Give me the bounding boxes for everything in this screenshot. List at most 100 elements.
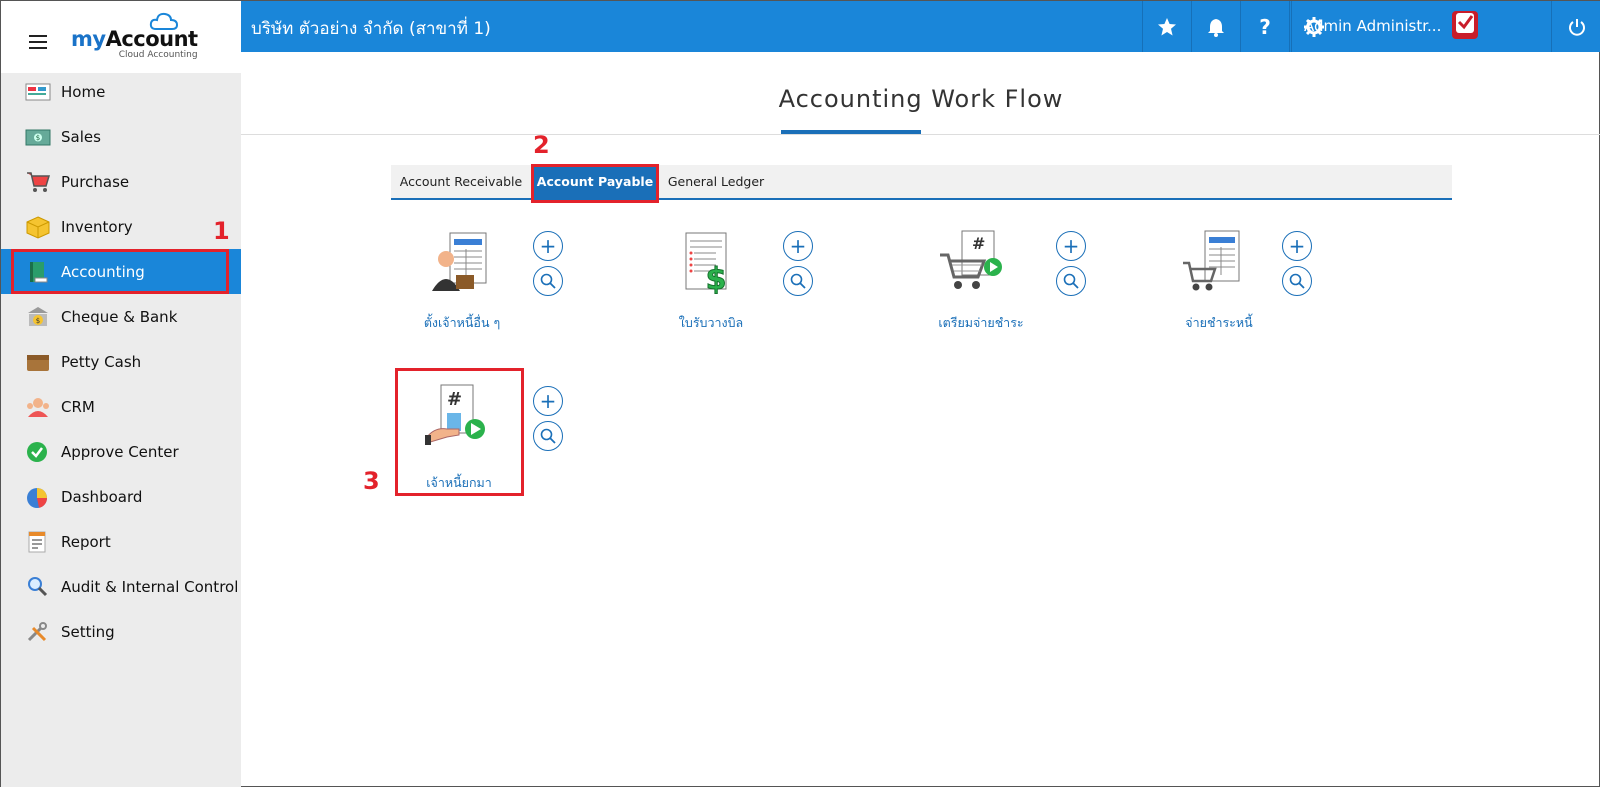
user-name: Admin Administr... [1304,17,1442,35]
sidebar-item-cheque-bank[interactable]: $ Cheque & Bank [1,294,241,339]
hamburger-menu-icon[interactable] [29,35,47,49]
creditor-forward-icon: # [425,384,485,445]
sidebar-item-label: Inventory [61,217,133,236]
sidebar-item-accounting[interactable]: Accounting [1,249,241,294]
check-circle-icon [27,441,47,462]
cart-icon [27,171,51,192]
search-debt-payment-button[interactable] [1282,266,1312,296]
sidebar-item-label: Audit & Internal Control [61,577,239,596]
svg-text:#: # [972,234,985,253]
workflow-label: ตั้งเจ้าหนี้อื่น ๆ [423,315,501,330]
home-icon [25,83,51,100]
sidebar-item-setting[interactable]: Setting [1,609,241,654]
wallet-icon [27,354,49,371]
people-icon [27,397,49,417]
plus-icon: + [789,234,807,258]
add-prepare-payment-button[interactable]: + [1056,231,1086,261]
logout-button[interactable] [1551,1,1600,52]
sidebar-item-home[interactable]: Home [1,69,241,114]
notification-button[interactable] [1191,1,1240,52]
add-debt-payment-button[interactable]: + [1282,231,1312,261]
workflow-label: ใบรับวางบิล [678,315,744,330]
sidebar-item-label: Approve Center [61,442,179,461]
svg-text:$: $ [36,134,40,142]
bank-icon: $ [28,306,48,326]
sidebar-item-label: Home [61,82,106,101]
bell-icon [1208,18,1224,37]
step-number-1: 1 [213,217,230,245]
sidebar-item-approve-center[interactable]: Approve Center [1,429,241,474]
cart-document-icon [1183,230,1240,291]
tab-account-payable[interactable]: Account Payable [533,165,657,198]
workflow-item-prepare-payment[interactable]: # เตรียมจ่ายชำระ [926,229,1036,339]
sidebar-item-label: Setting [61,622,115,641]
search-icon [540,428,556,444]
topbar: บริษัท ตัวอย่าง จำกัด (สาขาที่ 1) ? Admi… [241,1,1600,52]
creditor-document-icon [432,232,487,291]
workflow-label: เจ้าหนี้ยกมา [426,475,492,490]
bill-dollar-icon: $ [685,232,727,298]
add-billing-receipt-button[interactable]: + [783,231,813,261]
search-other-creditor-button[interactable] [533,266,563,296]
step-number-2: 2 [533,131,550,159]
workflow-item-other-creditor[interactable]: ตั้งเจ้าหนี้อื่น ๆ [416,229,506,339]
workflow-item-debt-payment[interactable]: จ่ายชำระหนี้ [1169,229,1269,339]
add-other-creditor-button[interactable]: + [533,231,563,261]
search-prepare-payment-button[interactable] [1056,266,1086,296]
sidebar-item-dashboard[interactable]: Dashboard [1,474,241,519]
sidebar: myAccount Cloud Accounting Home $ Sales … [1,1,241,787]
sidebar-item-label: Purchase [61,172,130,191]
search-creditor-forward-button[interactable] [533,421,563,451]
workflow-label: จ่ายชำระหนี้ [1185,315,1253,330]
workflow-item-creditor-brought-forward[interactable]: # เจ้าหนี้ยกมา [399,373,519,493]
search-billing-receipt-button[interactable] [783,266,813,296]
add-creditor-forward-button[interactable]: + [533,386,563,416]
tab-account-receivable[interactable]: Account Receivable [391,165,531,198]
question-icon: ? [1259,14,1271,39]
title-divider [241,134,1600,135]
sidebar-item-sales[interactable]: $ Sales [1,114,241,159]
magnifier-icon [28,576,48,596]
page-title: Accounting Work Flow [778,85,1064,113]
plus-icon: + [1062,234,1080,258]
user-menu[interactable]: Admin Administr... [1291,1,1531,52]
help-button[interactable]: ? [1240,1,1289,52]
workflow-item-billing-receipt[interactable]: $ ใบรับวางบิล [666,229,756,339]
sidebar-item-label: Dashboard [61,487,143,506]
book-icon [30,261,48,282]
company-name: บริษัท ตัวอย่าง จำกัด (สาขาที่ 1) [251,19,491,39]
sidebar-item-petty-cash[interactable]: Petty Cash [1,339,241,384]
sidebar-item-label: Accounting [61,262,145,281]
search-icon [1289,273,1305,289]
sidebar-item-inventory[interactable]: Inventory [1,204,241,249]
sidebar-item-label: Petty Cash [61,352,142,371]
logo-area: myAccount Cloud Accounting [1,1,241,73]
workflow-label: เตรียมจ่ายชำระ [938,315,1024,330]
cloud-icon [149,12,179,30]
sales-icon: $ [25,129,51,145]
workflow-tabs: Account Receivable Account Payable Gener… [391,165,1452,200]
tools-icon [27,621,47,641]
report-icon [28,531,46,552]
sidebar-item-label: Sales [61,127,101,146]
sidebar-item-label: Cheque & Bank [61,307,178,326]
logo-subtitle: Cloud Accounting [118,50,198,60]
tab-general-ledger[interactable]: General Ledger [657,165,775,198]
favorite-button[interactable] [1142,1,1191,52]
search-icon [1063,273,1079,289]
svg-text:$: $ [36,317,40,325]
sidebar-item-crm[interactable]: CRM [1,384,241,429]
sidebar-item-audit[interactable]: Audit & Internal Control [1,564,241,609]
plus-icon: + [539,389,557,413]
sidebar-item-label: Report [61,532,111,551]
cart-payment-icon: # [940,230,1002,289]
search-icon [540,273,556,289]
plus-icon: + [539,234,557,258]
sidebar-item-purchase[interactable]: Purchase [1,159,241,204]
step-number-3: 3 [363,467,380,495]
sidebar-item-report[interactable]: Report [1,519,241,564]
search-icon [790,273,806,289]
logo-brand-my: my [71,27,106,51]
user-avatar-icon [1452,11,1478,39]
svg-text:$: $ [706,262,727,297]
